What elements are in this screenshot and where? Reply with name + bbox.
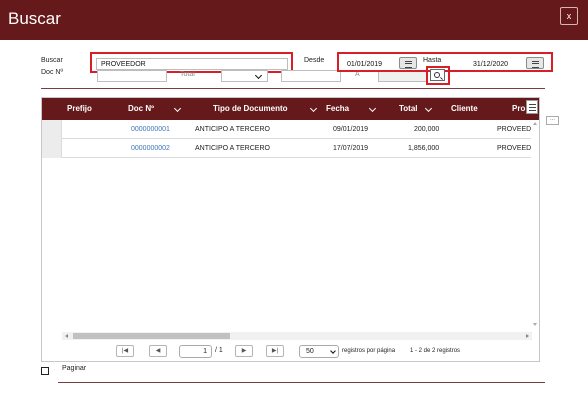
table-row[interactable]: 0000000001 ANTICIPO A TERCERO 09/01/2019… xyxy=(42,120,539,139)
footer-divider xyxy=(58,382,545,383)
window-title: Buscar xyxy=(8,9,61,28)
last-page-button[interactable]: ▶| xyxy=(266,345,284,357)
col-total[interactable]: Total xyxy=(399,104,418,113)
records-summary: 1 - 2 de 2 registros xyxy=(410,348,461,354)
row-tipo: ANTICIPO A TERCERO xyxy=(195,126,270,133)
row-selector[interactable] xyxy=(42,139,62,158)
scroll-right-icon[interactable] xyxy=(526,334,529,338)
col-tipo[interactable]: Tipo de Documento xyxy=(213,104,288,113)
col-doc[interactable]: Doc Nº xyxy=(128,104,154,113)
doc-input[interactable] xyxy=(97,70,167,82)
col-prefijo[interactable]: Prefijo xyxy=(67,104,92,113)
chevron-down-icon xyxy=(330,348,336,354)
next-page-button[interactable]: ▶ xyxy=(235,345,253,357)
total-from-input[interactable] xyxy=(281,70,341,82)
chevron-down-icon xyxy=(254,71,263,80)
horizontal-scroll-thumb[interactable] xyxy=(73,333,230,339)
chevron-down-icon[interactable] xyxy=(309,104,318,113)
row-total: 1,856,000 xyxy=(408,145,440,152)
chevron-down-icon[interactable] xyxy=(173,104,182,113)
page-total: / 1 xyxy=(215,347,223,354)
row-doc-link[interactable]: 0000000001 xyxy=(131,126,170,133)
row-fecha: 17/07/2019 xyxy=(333,145,369,152)
scroll-down-icon[interactable] xyxy=(533,323,537,326)
column-menu-button[interactable] xyxy=(526,100,538,114)
buscar-label: Buscar xyxy=(41,57,63,64)
desde-label: Desde xyxy=(304,57,325,64)
col-fecha[interactable]: Fecha xyxy=(326,104,349,113)
chevron-down-icon[interactable] xyxy=(368,104,377,113)
scroll-left-icon[interactable] xyxy=(65,334,68,338)
row-selector[interactable] xyxy=(42,120,62,139)
close-button[interactable]: x xyxy=(560,7,578,25)
grid-header: Prefijo Doc Nº Tipo de Documento Fecha T… xyxy=(42,98,539,120)
paginar-label: Paginar xyxy=(62,365,87,372)
results-grid: Prefijo Doc Nº Tipo de Documento Fecha T… xyxy=(41,97,540,362)
row-total: 200,000 xyxy=(414,126,440,133)
per-page-label: registros por página xyxy=(342,348,396,354)
chevron-down-icon[interactable] xyxy=(424,104,433,113)
page-size-select[interactable]: 50 xyxy=(299,345,339,358)
row-tipo: ANTICIPO A TERCERO xyxy=(195,145,270,152)
row-fecha: 09/01/2019 xyxy=(333,126,369,133)
divider xyxy=(41,88,545,89)
doc-label: Doc Nº xyxy=(41,69,64,76)
col-pro[interactable]: Pro xyxy=(512,104,525,113)
table-row[interactable]: 0000000002 ANTICIPO A TERCERO 17/07/2019… xyxy=(42,139,539,158)
total-label: Total xyxy=(180,71,195,78)
a-label: A xyxy=(355,71,360,78)
scroll-up-icon[interactable] xyxy=(533,122,537,125)
search-highlight xyxy=(426,66,450,85)
more-button[interactable]: ... xyxy=(546,116,559,125)
col-cliente[interactable]: Cliente xyxy=(451,104,478,113)
page-number-input[interactable]: 1 xyxy=(179,345,212,358)
vertical-scrollbar[interactable] xyxy=(531,120,539,340)
prev-page-button[interactable]: ◀ xyxy=(149,345,167,357)
row-doc-link[interactable]: 0000000002 xyxy=(131,145,170,152)
paginar-checkbox[interactable] xyxy=(41,367,49,375)
window-titlebar: Buscar x xyxy=(0,0,588,40)
total-operator-select[interactable] xyxy=(221,70,268,82)
page-size-value: 50 xyxy=(306,348,314,355)
first-page-button[interactable]: |◀ xyxy=(116,345,134,357)
